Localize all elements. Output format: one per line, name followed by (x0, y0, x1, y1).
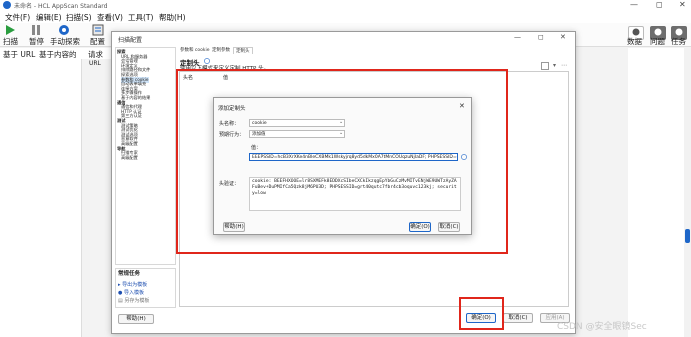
menu-help[interactable]: 帮助(H) (159, 12, 186, 23)
add-header-ok-button[interactable]: 确定(O) (409, 222, 431, 232)
value-label: 值： (251, 145, 262, 151)
close-button[interactable]: ✕ (679, 0, 686, 9)
issues-label: 问题 (650, 37, 665, 46)
url-tree-panel (0, 59, 82, 337)
save-template-label: 另存为模板 (124, 298, 150, 304)
header-preview: cookie: BEEFHXOOE=lr8SXMEFk8EDDXcSIbeCXC… (249, 177, 461, 211)
tab-custom-params[interactable]: 定制参数 (212, 47, 230, 53)
menu-edit[interactable]: 编辑(E) (36, 12, 62, 23)
config-minimize-button[interactable]: — (514, 33, 521, 41)
behavior-label: 预期行为： (219, 132, 245, 138)
tasks-label: 任务 (671, 37, 686, 46)
menu-scan[interactable]: 扫描(S) (66, 12, 92, 23)
save-template-link[interactable]: ▤ 另存为模板 (118, 297, 149, 304)
play-icon[interactable] (4, 24, 16, 36)
scrollbar[interactable] (684, 48, 691, 337)
details-panel (628, 48, 691, 337)
menu-view[interactable]: 查看(V) (97, 12, 123, 23)
tab-custom-headers[interactable]: 定制头 (233, 47, 253, 54)
explore-icon[interactable] (58, 24, 70, 36)
data-icon (632, 28, 640, 36)
common-tasks-title: 常规任务 (118, 271, 141, 277)
tree-item[interactable]: 基于内容的结果 (121, 95, 150, 101)
tab-params-cookies[interactable]: 参数和 cookie (180, 47, 210, 53)
scan-button[interactable]: 扫描 (3, 36, 18, 47)
view-toggle-button[interactable] (541, 62, 549, 70)
config-cancel-button[interactable]: 取消(C) (503, 313, 533, 323)
config-close-button[interactable]: ✕ (560, 33, 566, 41)
add-header-dialog (213, 97, 472, 235)
menu-tools[interactable]: 工具(T) (128, 12, 153, 23)
import-template-label: 导入模板 (123, 290, 144, 296)
preview-label: 头验证： (219, 181, 240, 187)
chevron-down-icon[interactable]: ⌄ (339, 119, 343, 125)
configure-button[interactable]: 配置 (90, 36, 105, 47)
requests-header: 请求 (88, 50, 103, 59)
url-column-label: URL (89, 60, 101, 67)
config-help-button[interactable]: 帮助(H) (118, 314, 154, 324)
app-logo-icon (3, 1, 11, 9)
issues-icon (654, 28, 662, 36)
scrollbar-thumb[interactable] (685, 229, 690, 243)
data-label: 数据 (627, 37, 642, 46)
dropdown-arrow-icon[interactable]: ▾ (553, 62, 556, 69)
value-input[interactable]: EEEPSSID=hcB3XrXKe4nBleCXBMk1Wskyjrq8yd5… (249, 153, 458, 161)
maximize-button[interactable]: ◻ (656, 0, 663, 9)
add-header-title: 添加定制头 (218, 106, 246, 112)
menu-file[interactable]: 文件(F) (5, 12, 30, 23)
header-name-select[interactable]: cookie (249, 119, 345, 127)
chevron-down-icon[interactable]: ⌄ (339, 130, 343, 136)
header-name-label: 头名称： (219, 121, 240, 127)
window-title: 未命名 - HCL AppScan Standard (14, 3, 108, 10)
pause-button[interactable]: 暂停 (29, 36, 44, 47)
config-maximize-button[interactable]: ◻ (538, 33, 544, 41)
tree-item[interactable]: 高级配置 (121, 155, 138, 161)
tasks-icon (675, 28, 683, 36)
add-header-close-button[interactable]: ✕ (459, 102, 465, 110)
add-header-help-button[interactable]: 帮助(H) (223, 222, 245, 232)
highlight-ok-button (459, 297, 504, 330)
config-dialog-title: 扫描配置 (118, 37, 143, 44)
minimize-button[interactable]: — (630, 0, 638, 9)
export-template-label: 导出为模板 (122, 282, 148, 288)
more-icon[interactable]: ⋯ (561, 62, 567, 69)
import-template-link[interactable]: ● 导入模板 (118, 289, 144, 296)
config-icon[interactable] (92, 24, 104, 36)
watermark: CSDN @安全眼镜Sec (557, 322, 647, 332)
help-circle-icon[interactable] (461, 154, 467, 160)
export-template-link[interactable]: ▸ 导出为模板 (118, 281, 147, 288)
pause-icon[interactable] (30, 24, 42, 36)
behavior-select[interactable]: 添加值 (249, 130, 345, 138)
add-header-cancel-button[interactable]: 取消(C) (438, 222, 460, 232)
manual-explore-button[interactable]: 手动探索 (50, 36, 80, 47)
